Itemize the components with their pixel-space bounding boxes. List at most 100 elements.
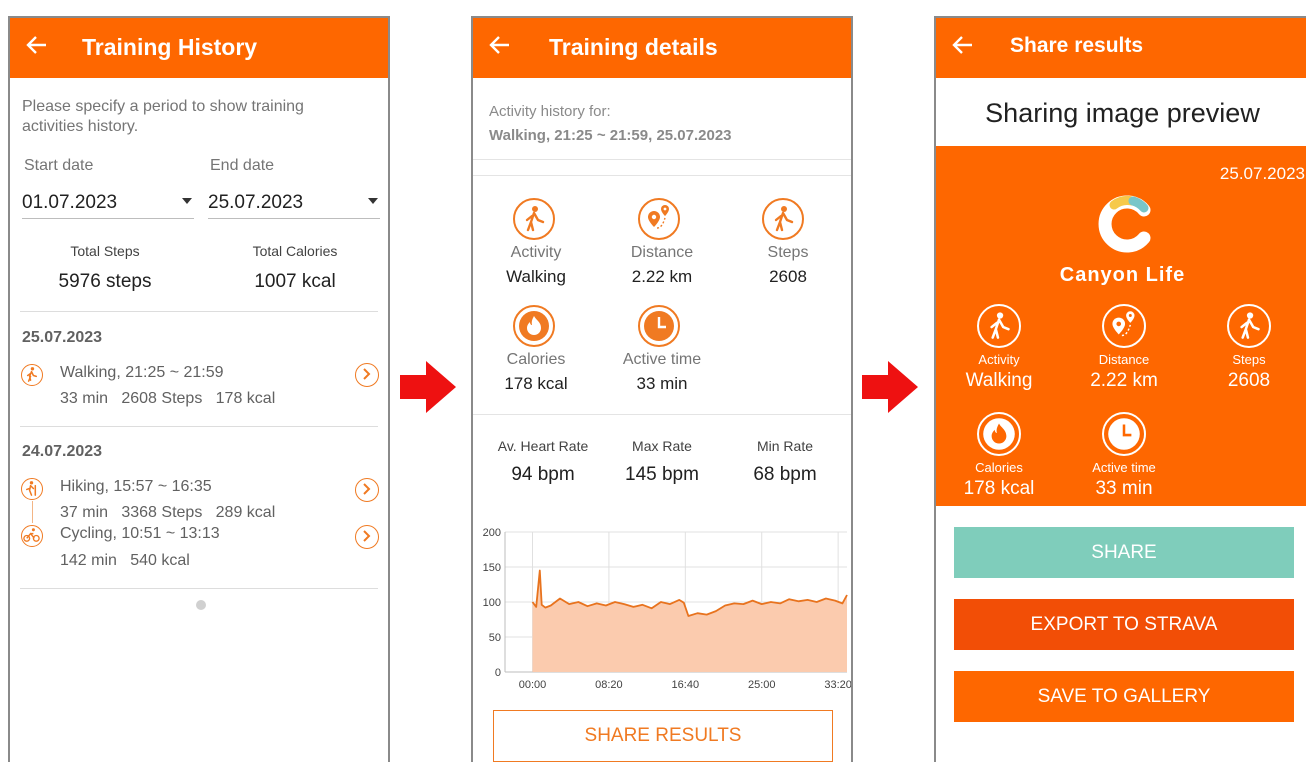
total-steps-value: 5976 steps	[58, 271, 152, 292]
stat-label: Distance	[1098, 352, 1150, 367]
y-tick-label: 50	[489, 632, 501, 644]
chevron-right-icon[interactable]	[355, 525, 379, 549]
dropdown-caret-icon	[368, 198, 378, 204]
save-to-gallery-button[interactable]: SAVE TO GALLERY	[954, 671, 1294, 722]
back-arrow-icon[interactable]	[487, 32, 513, 58]
start-date-select[interactable]: 01.07.2023	[22, 190, 194, 219]
history-label: Activity history for:	[489, 103, 611, 120]
canyon-life-logo-icon	[1094, 192, 1158, 256]
stat-label: Distance	[630, 244, 694, 261]
start-date-value: 01.07.2023	[22, 192, 118, 213]
chevron-right-icon[interactable]	[355, 478, 379, 502]
stat-value: 33 min	[1095, 478, 1153, 499]
clock-icon	[1102, 412, 1146, 456]
flame-icon	[513, 305, 555, 347]
divider	[473, 414, 851, 415]
stat-label: Activity	[510, 244, 562, 261]
back-arrow-icon[interactable]	[950, 32, 976, 58]
app-bar: Share results	[936, 18, 1306, 78]
stat-label: Steps	[1232, 352, 1266, 367]
chart-area-fill	[532, 570, 847, 672]
export-to-strava-button[interactable]: EXPORT TO STRAVA	[954, 599, 1294, 650]
total-steps-label: Total Steps	[70, 243, 140, 259]
history-value: Walking, 21:25 ~ 21:59, 25.07.2023	[489, 127, 732, 144]
share-results-screen: Share results Sharing image preview 25.0…	[934, 16, 1306, 762]
steps-icon	[762, 198, 804, 240]
end-date-select[interactable]: 25.07.2023	[208, 190, 380, 219]
walking-icon	[21, 364, 43, 386]
end-date-value: 25.07.2023	[208, 192, 304, 213]
y-tick-label: 100	[483, 597, 501, 609]
page-title: Share results	[1010, 34, 1144, 57]
share-image-preview: 25.07.2023 Canyon Life Activity Walking …	[936, 146, 1306, 506]
divider	[473, 159, 851, 160]
x-tick-label: 08:20	[595, 679, 623, 688]
y-tick-label: 0	[495, 667, 501, 679]
divider	[20, 588, 378, 589]
back-arrow-icon[interactable]	[24, 32, 50, 58]
stat-value: 2608	[769, 267, 807, 286]
stat-label: Steps	[767, 244, 809, 261]
flow-arrow-icon	[862, 361, 918, 413]
total-calories-label: Total Calories	[252, 243, 338, 259]
stat-value: 2.22 km	[631, 267, 693, 286]
chevron-right-icon[interactable]	[355, 363, 379, 387]
rate-value: 68 bpm	[753, 464, 817, 485]
share-results-button[interactable]: SHARE RESULTS	[493, 710, 833, 762]
divider	[20, 426, 378, 427]
x-tick-label: 33:20	[824, 679, 851, 688]
activity-details: 37 min 3368 Steps 289 kcal	[60, 504, 276, 521]
cycling-icon	[21, 525, 43, 547]
page-title: Training History	[82, 34, 258, 60]
x-tick-label: 25:00	[748, 679, 776, 688]
intro-line-2: activities history.	[22, 118, 139, 135]
steps-icon	[1227, 304, 1271, 348]
x-tick-label: 16:40	[672, 679, 700, 688]
dropdown-caret-icon	[182, 198, 192, 204]
app-bar: Training History	[10, 18, 388, 78]
stat-value: 33 min	[636, 374, 688, 393]
timeline-connector	[32, 501, 33, 523]
page-title: Training details	[549, 34, 718, 60]
stat-label: Calories	[506, 351, 566, 368]
stat-label: Active time	[1092, 460, 1156, 475]
walking-icon	[513, 198, 555, 240]
activity-title: Cycling, 10:51 ~ 13:13	[60, 525, 220, 542]
stat-value: 178 kcal	[963, 478, 1035, 499]
rate-label: Av. Heart Rate	[497, 438, 589, 454]
app-bar: Training details	[473, 18, 851, 78]
activity-title: Walking, 21:25 ~ 21:59	[60, 364, 224, 381]
divider	[473, 175, 851, 176]
y-tick-label: 200	[483, 527, 501, 539]
rate-value: 94 bpm	[511, 464, 575, 485]
rate-label: Max Rate	[632, 438, 692, 454]
divider	[20, 311, 378, 312]
total-calories-value: 1007 kcal	[254, 271, 336, 292]
day-header: 24.07.2023	[22, 443, 103, 460]
brand-name: Canyon Life	[1059, 264, 1186, 286]
preview-title: Sharing image preview	[985, 98, 1260, 128]
rate-value: 145 bpm	[625, 464, 699, 485]
rate-label: Min Rate	[756, 438, 814, 454]
stat-value: 2608	[1227, 370, 1271, 391]
clock-icon	[638, 305, 680, 347]
stat-label: Calories	[975, 460, 1023, 475]
activity-details: 142 min 540 kcal	[60, 552, 190, 569]
y-tick-label: 150	[483, 562, 501, 574]
distance-pin-icon	[638, 198, 680, 240]
x-tick-label: 00:00	[519, 679, 547, 688]
stat-label: Activity	[978, 352, 1020, 367]
share-button[interactable]: SHARE	[954, 527, 1294, 578]
end-date-label: End date	[210, 157, 275, 174]
stat-value: Walking	[506, 267, 566, 286]
walking-icon	[977, 304, 1021, 348]
stat-value: 2.22 km	[1090, 370, 1158, 391]
stat-value: 178 kcal	[504, 374, 568, 393]
stat-label: Active time	[622, 351, 702, 368]
training-details-screen: Training details Activity history for: W…	[471, 16, 853, 762]
stat-value: Walking	[965, 370, 1033, 391]
training-history-screen: Training History Please specify a period…	[8, 16, 390, 762]
activity-title: Hiking, 15:57 ~ 16:35	[60, 478, 212, 495]
day-header: 25.07.2023	[22, 329, 103, 346]
flame-icon	[977, 412, 1021, 456]
